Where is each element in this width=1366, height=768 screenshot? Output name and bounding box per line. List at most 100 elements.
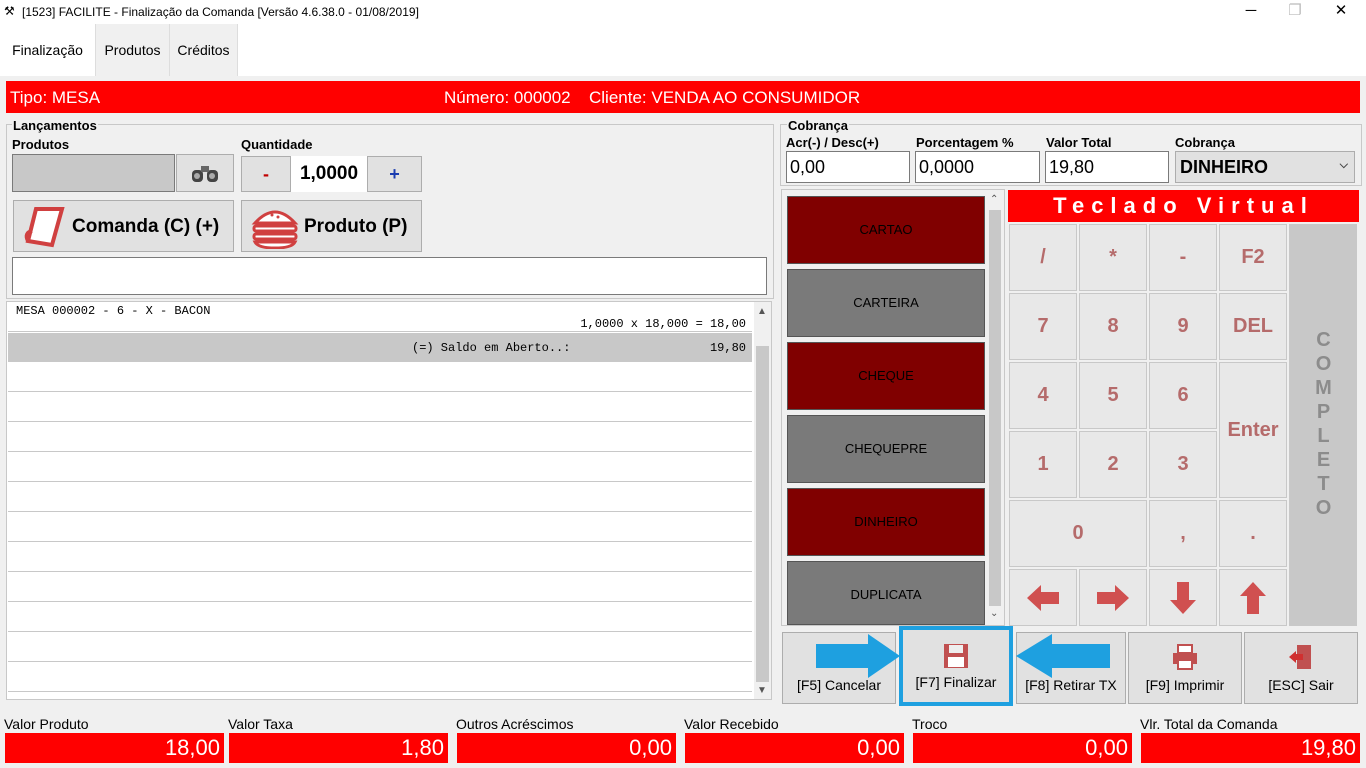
scroll-up-icon[interactable]: ⌃ — [990, 194, 998, 205]
key-period[interactable]: . — [1219, 500, 1287, 567]
total-comanda-label: Vlr. Total da Comanda — [1140, 716, 1278, 732]
cliente-label: Cliente: VENDA AO CONSUMIDOR — [589, 88, 861, 107]
acr-desc-label: Acr(-) / Desc(+) — [786, 135, 879, 150]
list-scrollbar[interactable]: ▲ ▼ — [754, 302, 771, 699]
arrow-left-icon — [1027, 584, 1059, 611]
key-9[interactable]: 9 — [1149, 293, 1217, 360]
cobranca-select[interactable]: DINHEIRO ⌵ — [1175, 151, 1355, 183]
key-down[interactable] — [1149, 569, 1217, 626]
quantity-minus-button[interactable]: - — [241, 156, 291, 192]
maximize-button[interactable]: ❐ — [1272, 0, 1318, 24]
cobranca-type-label: Cobrança — [1175, 135, 1235, 150]
key-comma[interactable]: , — [1149, 500, 1217, 567]
table-row — [8, 452, 752, 482]
sair-label: [ESC] Sair — [1268, 677, 1334, 693]
key-5[interactable]: 5 — [1079, 362, 1147, 429]
tab-finalizacao[interactable]: Finalização — [0, 24, 96, 76]
payment-cheque-button[interactable]: CHEQUE — [787, 342, 985, 410]
valor-total-label: Valor Total — [1046, 135, 1112, 150]
porcentagem-label: Porcentagem % — [916, 135, 1014, 150]
chevron-down-icon: ⌵ — [1339, 159, 1348, 171]
key-3[interactable]: 3 — [1149, 431, 1217, 498]
imprimir-button[interactable]: [F9] Imprimir — [1128, 632, 1242, 704]
tab-creditos[interactable]: Créditos — [170, 24, 238, 76]
porcentagem-input[interactable]: 0,0000 — [915, 151, 1040, 183]
cobranca-group-label: Cobrança — [787, 118, 849, 133]
payment-dinheiro-button[interactable]: DINHEIRO — [787, 488, 985, 556]
table-row — [8, 362, 752, 392]
cobranca-select-value: DINHEIRO — [1180, 157, 1269, 177]
observation-input[interactable] — [12, 257, 767, 295]
payment-chequepre-button[interactable]: CHEQUEPRE — [787, 415, 985, 483]
scroll-down-icon[interactable]: ⌄ — [990, 608, 998, 619]
troco-value: 0,00 — [913, 733, 1132, 763]
quantity-plus-button[interactable]: + — [367, 156, 422, 192]
table-row — [8, 482, 752, 512]
minimize-button[interactable]: ─ — [1228, 0, 1274, 24]
table-row — [8, 422, 752, 452]
table-row — [8, 572, 752, 602]
app-icon: ⚒ — [4, 4, 15, 18]
completo-button[interactable]: COMPLETO — [1289, 224, 1357, 626]
troco-label: Troco — [912, 716, 948, 732]
valor-produto-label: Valor Produto — [4, 716, 89, 732]
product-search-input[interactable] — [12, 154, 175, 192]
key-1[interactable]: 1 — [1009, 431, 1077, 498]
comanda-button[interactable]: Comanda (C) (+) — [13, 200, 234, 252]
key-right[interactable] — [1079, 569, 1147, 626]
comanda-button-label: Comanda (C) (+) — [72, 216, 220, 237]
cancelar-label: [F5] Cancelar — [796, 677, 882, 693]
arrow-left-annotation-icon — [1016, 634, 1110, 678]
burger-icon — [251, 210, 299, 249]
key-4[interactable]: 4 — [1009, 362, 1077, 429]
key-6[interactable]: 6 — [1149, 362, 1217, 429]
key-divide[interactable]: / — [1009, 224, 1077, 291]
binoculars-button[interactable] — [176, 154, 234, 192]
key-0[interactable]: 0 — [1009, 500, 1147, 567]
key-enter[interactable]: Enter — [1219, 362, 1287, 498]
tipo-label: Tipo: MESA — [10, 88, 101, 107]
produto-button[interactable]: Produto (P) — [241, 200, 422, 252]
key-7[interactable]: 7 — [1009, 293, 1077, 360]
acr-desc-input[interactable]: 0,00 — [786, 151, 910, 183]
payment-carteira-button[interactable]: CARTEIRA — [787, 269, 985, 337]
valor-total-input[interactable]: 19,80 — [1045, 151, 1169, 183]
finalizar-label: [F7] Finalizar — [915, 674, 997, 690]
scroll-thumb[interactable] — [989, 210, 1001, 606]
table-row — [8, 392, 752, 422]
key-2[interactable]: 2 — [1079, 431, 1147, 498]
key-minus[interactable]: - — [1149, 224, 1217, 291]
sair-button[interactable]: [ESC] Sair — [1244, 632, 1358, 704]
payment-scrollbar[interactable]: ⌃ ⌄ — [987, 192, 1003, 624]
key-up[interactable] — [1219, 569, 1287, 626]
table-row — [8, 662, 752, 692]
outros-acrescimos-value: 0,00 — [457, 733, 676, 763]
tab-produtos[interactable]: Produtos — [96, 24, 170, 76]
scroll-thumb[interactable] — [756, 346, 769, 682]
close-button[interactable]: ✕ — [1318, 0, 1364, 24]
key-left[interactable] — [1009, 569, 1077, 626]
quantidade-label: Quantidade — [241, 137, 313, 152]
arrow-up-icon — [1240, 581, 1266, 614]
produto-button-label: Produto (P) — [304, 216, 408, 237]
comanda-icon — [24, 207, 65, 248]
payment-duplicata-button[interactable]: DUPLICATA — [787, 561, 985, 625]
printer-icon — [1173, 644, 1197, 670]
window-title: [1523] FACILITE - Finalização da Comanda… — [22, 5, 419, 19]
keypad-title: Teclado Virtual — [1008, 190, 1359, 222]
item-description: MESA 000002 - 6 - X - BACON — [16, 304, 211, 318]
scroll-down-icon[interactable]: ▼ — [757, 685, 767, 696]
key-8[interactable]: 8 — [1079, 293, 1147, 360]
finalizar-button[interactable]: [F7] Finalizar — [899, 626, 1013, 706]
list-item[interactable]: MESA 000002 - 6 - X - BACON 1,0000 x 18,… — [8, 302, 752, 332]
payment-cartao-button[interactable]: CARTAO — [787, 196, 985, 264]
arrow-right-icon — [1097, 584, 1129, 611]
saldo-row: (=) Saldo em Aberto..: 19,80 — [8, 333, 752, 362]
key-del[interactable]: DEL — [1219, 293, 1287, 360]
table-row — [8, 632, 752, 662]
saldo-value: 19,80 — [709, 341, 746, 355]
key-f2[interactable]: F2 — [1219, 224, 1287, 291]
key-multiply[interactable]: * — [1079, 224, 1147, 291]
scroll-up-icon[interactable]: ▲ — [757, 306, 767, 317]
quantity-value[interactable]: 1,0000 — [291, 156, 367, 192]
